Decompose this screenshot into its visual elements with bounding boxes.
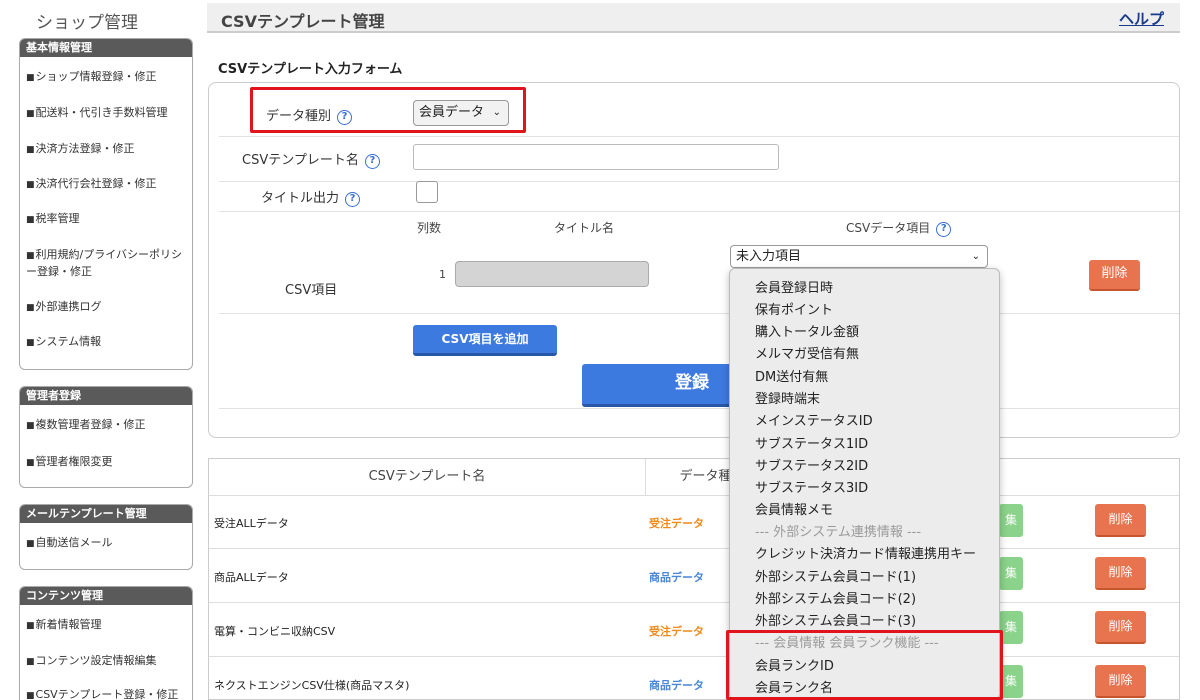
row-name: 商品ALLデータ [214,571,289,584]
help-question-icon[interactable]: ? [936,222,952,237]
dropdown-option[interactable]: クレジット決済カード情報連携用キー [755,546,976,564]
sidebar: ショップ管理 基本情報管理 ショップ情報登録・修正 配送料・代引き手数料管理 決… [0,0,200,700]
delete-button[interactable]: 削除 [1095,504,1146,537]
col-item-head-wrap: CSVデータ項目? [846,219,952,237]
dropdown-option[interactable]: 外部システム会員コード(2) [755,591,916,609]
divider [209,495,1179,496]
row-name: ネクストエンジンCSV仕様(商品マスタ) [214,679,410,692]
divider [209,656,1179,657]
row-type: 商品データ [649,679,704,692]
title-output-label: タイトル出力 [261,191,340,206]
dropdown-option[interactable]: 保有ポイント [755,302,833,320]
edit-button[interactable]: 集 [999,557,1023,590]
sidebar-item-payment[interactable]: 決済方法登録・修正 [26,141,191,158]
sidebar-group-admin: 管理者登録 複数管理者登録・修正 管理者権限変更 [19,386,193,488]
divider [209,548,1179,549]
template-name-label: CSVテンプレート名 [242,153,359,168]
col-title-head: タイトル名 [554,221,615,235]
template-name-input[interactable] [413,144,779,170]
highlight-box [250,87,526,133]
sidebar-item-payment-agency[interactable]: 決済代行会社登録・修正 [26,176,191,193]
sidebar-group-heading: 管理者登録 [20,387,192,405]
sidebar-group-heading: メールテンプレート管理 [20,505,192,523]
row-name: 電算・コンビニ収納CSV [214,625,336,638]
dropdown-option[interactable]: 会員情報メモ [755,502,833,520]
delete-button[interactable]: 削除 [1095,611,1146,644]
divider [219,181,1179,182]
dropdown-group-label: --- 外部システム連携情報 --- [755,525,922,540]
sidebar-item-external-log[interactable]: 外部連携ログ [26,299,191,316]
highlight-box [726,630,1003,700]
csv-data-item-value: 未入力項目 [736,249,802,264]
sidebar-item-csv-template[interactable]: CSVテンプレート登録・修正 [26,687,191,700]
row-delete-button[interactable]: 削除 [1089,260,1140,291]
sidebar-title: ショップ管理 [36,13,138,33]
help-question-icon[interactable]: ? [345,192,361,207]
form-heading: CSVテンプレート入力フォーム [218,62,403,77]
divider [219,211,1179,212]
divider [209,602,1179,603]
divider [219,313,1179,314]
divider [219,408,1179,409]
sidebar-item-system-info[interactable]: システム情報 [26,334,191,351]
col-item-head: CSVデータ項目 [846,221,931,235]
column-title-input[interactable] [455,261,649,287]
csv-items-label: CSV項目 [285,283,338,298]
sidebar-item-content-settings[interactable]: コンテンツ設定情報編集 [26,653,191,670]
dropdown-option[interactable]: メルマガ受信有無 [755,346,859,364]
dropdown-option[interactable]: サブステータス1ID [755,436,868,454]
sidebar-item-shipping[interactable]: 配送料・代引き手数料管理 [26,105,191,122]
sidebar-item-news[interactable]: 新着情報管理 [26,617,191,634]
title-output-label-wrap: タイトル出力? [261,187,361,207]
csv-data-item-select[interactable]: 未入力項目 ⌄ [730,245,988,268]
delete-button[interactable]: 削除 [1095,557,1146,590]
col-header-blank [1057,459,1179,495]
dropdown-option[interactable]: 会員登録日時 [755,280,833,298]
sidebar-item-multi-admin[interactable]: 複数管理者登録・修正 [26,417,191,434]
sidebar-item-terms[interactable]: 利用規約/プライバシーポリシー登録・修正 [26,247,191,279]
sidebar-group-basic: 基本情報管理 ショップ情報登録・修正 配送料・代引き手数料管理 決済方法登録・修… [19,38,193,370]
dropdown-option[interactable]: 登録時端末 [755,391,820,409]
divider [219,136,1179,137]
col-header-name: CSVテンプレート名 [209,459,646,495]
csv-template-form: データ種別? 会員データ ⌄ CSVテンプレート名? タイトル出力? 列数 タイ… [208,82,1180,438]
sidebar-group-heading: コンテンツ管理 [20,587,192,605]
dropdown-option[interactable]: メインステータスID [755,413,873,431]
delete-button[interactable]: 削除 [1095,665,1146,698]
col-count-head: 列数 [417,221,442,235]
row-name: 受注ALLデータ [214,517,289,530]
add-csv-item-button[interactable]: CSV項目を追加 [413,325,557,356]
template-list-table: CSVテンプレート名 データ種 受注ALLデータ 受注データ 集 削除 商品AL… [208,458,1180,700]
page-header: CSVテンプレート管理 ヘルプ [207,3,1180,33]
help-link[interactable]: ヘルプ [1119,8,1164,29]
row-number: 1 [439,268,446,281]
sidebar-group-mail: メールテンプレート管理 自動送信メール [19,504,193,570]
dropdown-option[interactable]: DM送付有無 [755,369,828,387]
row-type: 受注データ [649,517,704,530]
dropdown-option[interactable]: サブステータス2ID [755,458,868,476]
row-type: 受注データ [649,625,704,638]
page-title: CSVテンプレート管理 [221,12,385,31]
chevron-down-icon: ⌄ [971,251,980,262]
row-type: 商品データ [649,571,704,584]
dropdown-option[interactable]: 外部システム会員コード(3) [755,613,916,631]
sidebar-item-admin-permission[interactable]: 管理者権限変更 [26,454,191,471]
title-output-checkbox[interactable] [416,181,438,203]
dropdown-option[interactable]: 外部システム会員コード(1) [755,569,916,587]
sidebar-group-heading: 基本情報管理 [20,39,192,57]
sidebar-group-content: コンテンツ管理 新着情報管理 コンテンツ設定情報編集 CSVテンプレート登録・修… [19,586,193,700]
dropdown-option[interactable]: 購入トータル金額 [755,324,859,342]
sidebar-item-tax[interactable]: 税率管理 [26,211,191,228]
sidebar-item-auto-mail[interactable]: 自動送信メール [26,535,191,552]
sidebar-item-shop-info[interactable]: ショップ情報登録・修正 [26,69,191,86]
help-question-icon[interactable]: ? [364,154,380,169]
dropdown-option[interactable]: サブステータス3ID [755,480,868,498]
edit-button[interactable]: 集 [999,504,1023,537]
template-name-label-wrap: CSVテンプレート名? [242,149,380,169]
